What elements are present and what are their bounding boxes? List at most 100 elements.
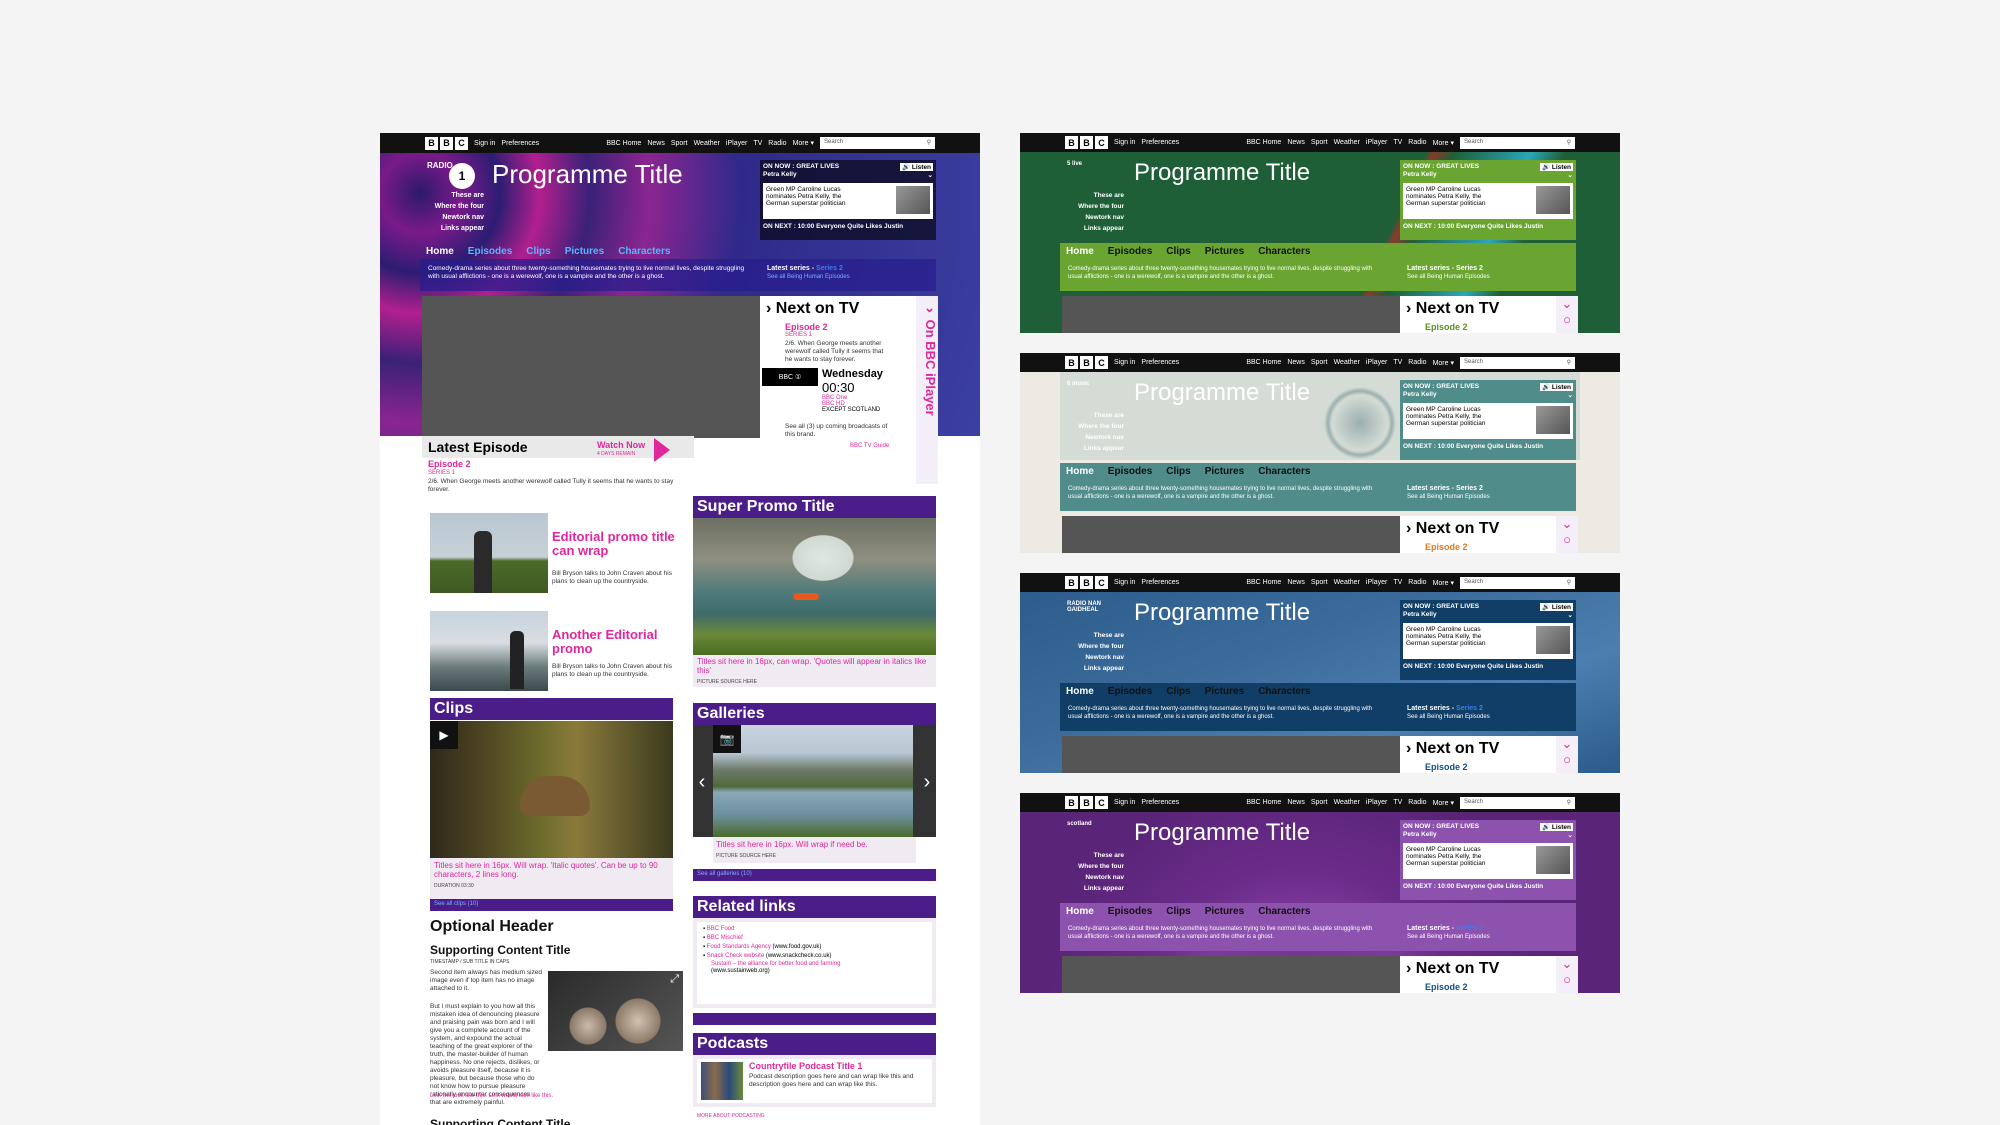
related-link[interactable]: Sustain – the alliance for better food a… — [703, 961, 926, 975]
net-nav-link[interactable]: These are — [1040, 630, 1124, 641]
nav-weather[interactable]: Weather — [694, 140, 720, 147]
promo-image[interactable] — [430, 611, 548, 691]
gallery-next-button[interactable]: › — [918, 771, 936, 794]
tab-clips[interactable]: Clips — [1166, 686, 1190, 697]
nav-news[interactable]: News — [1287, 359, 1305, 366]
video-player[interactable] — [1062, 956, 1400, 993]
bbc-logo[interactable]: BBC — [1065, 356, 1108, 369]
nav-sport[interactable]: Sport — [1311, 139, 1328, 146]
bbc-logo[interactable]: BBC — [425, 136, 468, 150]
chevron-down-icon[interactable]: ⌄ — [1568, 391, 1573, 399]
net-nav-link[interactable]: Newtork nav — [400, 212, 484, 223]
nav-more[interactable]: More ▾ — [1433, 799, 1454, 807]
clip-caption[interactable]: Titles sit here in 16px. Will wrap. 'Ita… — [434, 861, 669, 879]
chevron-down-icon[interactable]: ⌄ — [1568, 831, 1573, 839]
nav-news[interactable]: News — [1287, 579, 1305, 586]
tab-clips[interactable]: Clips — [1166, 466, 1190, 477]
nav-iplayer[interactable]: iPlayer — [1366, 359, 1387, 366]
tab-pictures[interactable]: Pictures — [565, 246, 604, 257]
see-all-episodes-link[interactable]: See all Being Human Episodes — [1407, 713, 1567, 722]
net-nav-link[interactable]: Where the four — [1040, 861, 1124, 872]
chevron-down-icon[interactable]: ⌄ — [1568, 171, 1573, 179]
nav-iplayer[interactable]: iPlayer — [726, 140, 747, 147]
net-nav-link[interactable]: Newtork nav — [1040, 872, 1124, 883]
super-promo-image[interactable] — [693, 518, 936, 655]
see-all-clips-link[interactable]: See all clips (10) — [430, 899, 673, 911]
expand-icon[interactable]: ⤢ — [670, 973, 679, 986]
tab-episodes[interactable]: Episodes — [468, 246, 512, 257]
preferences-link[interactable]: Preferences — [1141, 359, 1179, 366]
search-icon[interactable]: ⚲ — [927, 139, 931, 147]
search-input[interactable]: Search ⚲ — [1460, 576, 1575, 589]
preferences-link[interactable]: Preferences — [501, 140, 539, 147]
preferences-link[interactable]: Preferences — [1141, 579, 1179, 586]
video-player[interactable] — [1062, 736, 1400, 773]
listen-button[interactable]: 🔊 Listen — [1539, 383, 1573, 391]
tab-home[interactable]: Home — [1066, 466, 1094, 477]
iplayer-tab[interactable]: ⌄ ○ — [1556, 956, 1578, 993]
nav-sport[interactable]: Sport — [1311, 799, 1328, 806]
chevron-down-icon[interactable]: ⌄ — [928, 171, 933, 179]
nav-weather[interactable]: Weather — [1334, 579, 1360, 586]
related-link[interactable]: ▪ BBC Mischief — [703, 934, 926, 943]
gallery-image[interactable] — [713, 725, 913, 837]
play-icon[interactable]: ▶ — [430, 721, 458, 749]
tab-home[interactable]: Home — [1066, 906, 1094, 917]
tab-characters[interactable]: Characters — [618, 246, 670, 257]
video-player[interactable] — [422, 296, 760, 438]
inline-link[interactable]: Link will look like this. Link would loo… — [430, 1093, 553, 1099]
tab-home[interactable]: Home — [1066, 246, 1094, 257]
nav-bbc-home[interactable]: BBC Home — [1246, 799, 1281, 806]
tab-pictures[interactable]: Pictures — [1205, 906, 1244, 917]
tab-pictures[interactable]: Pictures — [1205, 246, 1244, 257]
net-nav-link[interactable]: Newtork nav — [1040, 432, 1124, 443]
nav-more[interactable]: More ▾ — [1433, 359, 1454, 367]
see-all-galleries-link[interactable]: See all galleries (10) — [693, 869, 936, 881]
nav-tv[interactable]: TV — [1393, 359, 1402, 366]
net-nav-link[interactable]: These are — [400, 190, 484, 201]
net-nav-link[interactable]: These are — [1040, 410, 1124, 421]
net-nav-link[interactable]: Newtork nav — [1040, 652, 1124, 663]
see-all-episodes-link[interactable]: See all Being Human Episodes — [1407, 933, 1567, 942]
nav-more[interactable]: More ▾ — [793, 139, 814, 147]
bbc-logo[interactable]: BBC — [1065, 796, 1108, 809]
video-player[interactable] — [1062, 516, 1400, 553]
net-nav-link[interactable]: Where the four — [1040, 641, 1124, 652]
listen-button[interactable]: 🔊 Listen — [1539, 823, 1573, 831]
chevron-down-icon[interactable]: ⌄ — [1568, 611, 1573, 619]
preferences-link[interactable]: Preferences — [1141, 139, 1179, 146]
next-episode-link[interactable]: Episode 2 — [1400, 322, 1556, 332]
see-all-episodes-link[interactable]: See all Being Human Episodes — [1407, 493, 1567, 502]
play-icon[interactable] — [654, 438, 670, 462]
nav-tv[interactable]: TV — [1393, 139, 1402, 146]
nav-radio[interactable]: Radio — [1408, 579, 1426, 586]
bbc-logo[interactable]: BBC — [1065, 136, 1108, 149]
signin-link[interactable]: Sign in — [1114, 359, 1135, 366]
nav-tv[interactable]: TV — [1393, 799, 1402, 806]
net-nav-link[interactable]: Links appear — [1040, 883, 1124, 894]
search-icon[interactable]: ⚲ — [1567, 579, 1571, 587]
net-nav-link[interactable]: Links appear — [1040, 663, 1124, 674]
tab-clips[interactable]: Clips — [1166, 906, 1190, 917]
more-podcasting-link[interactable]: MORE ABOUT PODCASTING — [697, 1113, 765, 1119]
iplayer-tab[interactable]: ⌄ ○ — [1556, 296, 1578, 333]
net-nav-link[interactable]: These are — [1040, 190, 1124, 201]
tv-guide-link[interactable]: BBC TV Guide — [760, 439, 916, 449]
net-nav-link[interactable]: Links appear — [1040, 443, 1124, 454]
iplayer-tab[interactable]: ⌄ On BBC iPlayer — [916, 296, 938, 484]
promo-title-link[interactable]: Another Editorial promo — [552, 628, 687, 656]
search-input[interactable]: Search ⚲ — [1460, 796, 1575, 809]
gallery-caption[interactable]: Titles sit here in 16px. Will wrap if ne… — [716, 840, 868, 849]
bbc-logo[interactable]: BBC — [1065, 576, 1108, 589]
next-episode-link[interactable]: Episode 2 — [1400, 982, 1556, 992]
nav-bbc-home[interactable]: BBC Home — [1246, 139, 1281, 146]
nav-news[interactable]: News — [647, 140, 665, 147]
related-link[interactable]: ▪ BBC Food — [703, 925, 926, 934]
net-nav-link[interactable]: Newtork nav — [1040, 212, 1124, 223]
signin-link[interactable]: Sign in — [474, 140, 495, 147]
podcast-thumbnail[interactable] — [701, 1062, 743, 1100]
search-input[interactable]: Search ⚲ — [820, 137, 935, 149]
nav-news[interactable]: News — [1287, 139, 1305, 146]
see-all-episodes-link[interactable]: See all Being Human Episodes — [1407, 273, 1567, 282]
nav-bbc-home[interactable]: BBC Home — [1246, 579, 1281, 586]
